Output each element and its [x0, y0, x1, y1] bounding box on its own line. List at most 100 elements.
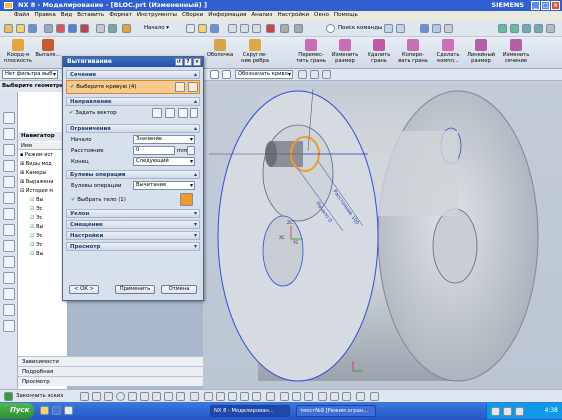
repeat-icon[interactable]: [294, 24, 303, 33]
curve-icon[interactable]: [188, 82, 198, 92]
open-icon[interactable]: [198, 24, 207, 33]
reuse-library-icon[interactable]: [3, 160, 15, 172]
copy-face-button[interactable]: Копиро-вать грань: [398, 39, 428, 64]
tree-item[interactable]: ☑ Вы: [30, 224, 43, 230]
finish-sketch-button[interactable]: Закончить эскиз: [16, 393, 63, 399]
taskbar-item-text[interactable]: текст№9 [Режим огран...: [296, 405, 376, 417]
point-icon[interactable]: [190, 392, 199, 401]
hd3d-tools-icon[interactable]: [3, 176, 15, 188]
inferred-vector-icon[interactable]: [178, 108, 188, 118]
boolean-header[interactable]: Булевы операции ▴: [66, 170, 200, 179]
tree-item[interactable]: ⊞ Выражени: [20, 179, 54, 185]
stop-at-intersection-icon[interactable]: [310, 70, 319, 79]
extrude-button[interactable]: Выталк...: [34, 39, 62, 58]
dimension-icon[interactable]: [280, 392, 289, 401]
ok-button[interactable]: < ОК >: [69, 285, 99, 294]
more-tools-icon[interactable]: [546, 24, 555, 33]
inferred-constraints-icon[interactable]: [356, 392, 365, 401]
start-select[interactable]: Значение: [133, 135, 195, 144]
menu-tools[interactable]: Инструменты: [137, 12, 177, 18]
tray-network-icon[interactable]: [491, 407, 500, 416]
tree-item[interactable]: ☑ Эс: [30, 233, 42, 239]
tray-antivirus-icon[interactable]: [515, 407, 524, 416]
offset-curve-icon[interactable]: [204, 392, 213, 401]
distance-input[interactable]: 0: [133, 146, 175, 155]
details-panel[interactable]: Подробная: [18, 366, 203, 376]
menu-preferences[interactable]: Настройки: [277, 12, 309, 18]
sketch-options-icon[interactable]: [370, 392, 379, 401]
show-constraints-icon[interactable]: [318, 392, 327, 401]
quicklaunch-folder-icon[interactable]: [40, 406, 49, 415]
menu-analysis[interactable]: Анализ: [251, 12, 272, 18]
tree-item[interactable]: ☑ Эс: [30, 242, 42, 248]
save-file-icon[interactable]: [210, 24, 219, 33]
tree-item[interactable]: ☑ Эс: [30, 206, 42, 212]
linear-dimension-button[interactable]: Линейный размер: [466, 39, 496, 64]
extend-icon[interactable]: [252, 392, 261, 401]
datum-plane-button[interactable]: Коорд-я плоскость: [3, 39, 33, 64]
column-header-name[interactable]: Имя: [18, 142, 68, 150]
menu-format[interactable]: Формат: [109, 12, 132, 18]
assembly-navigator-icon[interactable]: [3, 112, 15, 124]
system-materials-icon[interactable]: [3, 224, 15, 236]
dialog-close-icon[interactable]: ×: [193, 58, 201, 66]
history-icon[interactable]: [3, 208, 15, 220]
process-studio-icon[interactable]: [3, 240, 15, 252]
graphics-window[interactable]: Начало 0 Расстояние 100 ZC YC XC: [203, 81, 562, 389]
open-folder-icon[interactable]: [16, 24, 25, 33]
menu-window[interactable]: Окно: [314, 12, 329, 18]
section-header[interactable]: Сечение ▴: [66, 70, 200, 79]
vector-dropdown-icon[interactable]: [190, 108, 198, 118]
help-icon[interactable]: ?: [184, 58, 192, 66]
reverse-direction-icon[interactable]: [152, 108, 162, 118]
close-icon[interactable]: ×: [551, 1, 560, 10]
convert-reference-icon[interactable]: [330, 392, 339, 401]
delete-face-button[interactable]: Удалить грань: [364, 39, 394, 64]
make-coplanar-button[interactable]: Сделать компл...: [432, 39, 464, 64]
reset-icon[interactable]: ↺: [175, 58, 183, 66]
fillet-icon[interactable]: [128, 392, 137, 401]
preview-panel[interactable]: Просмотр: [18, 376, 203, 386]
fit-view-icon[interactable]: [108, 24, 117, 33]
paste-icon[interactable]: [252, 24, 261, 33]
delete-icon[interactable]: [266, 24, 275, 33]
manufacturing-wizards-icon[interactable]: [3, 256, 15, 268]
orient-icon[interactable]: [122, 24, 131, 33]
edit-section-button[interactable]: Изменить сечение: [500, 39, 532, 64]
tray-volume-icon[interactable]: [503, 407, 512, 416]
finish-sketch-icon[interactable]: [4, 392, 13, 401]
follow-fillet-icon[interactable]: [322, 70, 331, 79]
snap-icon[interactable]: [498, 24, 507, 33]
circle-icon[interactable]: [116, 392, 125, 401]
snap-point-icon[interactable]: [298, 70, 307, 79]
wireframe-icon[interactable]: [68, 24, 77, 33]
menu-file[interactable]: Файл: [14, 12, 29, 18]
rectangle-icon[interactable]: [152, 392, 161, 401]
menu-assemblies[interactable]: Сборки: [182, 12, 203, 18]
body-select-icon[interactable]: [180, 193, 193, 206]
maximize-icon[interactable]: □: [541, 1, 550, 10]
vector-dialog-icon[interactable]: [165, 108, 175, 118]
direction-header[interactable]: Направление ▴: [66, 97, 200, 106]
menu-edit[interactable]: Правка: [34, 12, 55, 18]
quicklaunch-desktop-icon[interactable]: [64, 406, 73, 415]
menu-insert[interactable]: Вставить: [77, 12, 104, 18]
render-icon[interactable]: [80, 24, 89, 33]
curve-rule-select[interactable]: Обозначать криво: [235, 70, 293, 79]
select-mode-icon[interactable]: [210, 70, 219, 79]
resize-button[interactable]: Изменить размер: [330, 39, 360, 64]
roles-palette-icon[interactable]: [3, 272, 15, 284]
redo-icon[interactable]: [280, 24, 289, 33]
draft-header[interactable]: Уклон ▾: [66, 209, 200, 218]
grid-icon[interactable]: [510, 24, 519, 33]
model-view[interactable]: Начало 0 Расстояние 100 ZC YC XC: [203, 81, 562, 389]
menu-help[interactable]: Помощь: [334, 12, 358, 18]
start-button[interactable]: Пуск: [0, 403, 34, 419]
apply-button[interactable]: Применить: [115, 285, 155, 294]
layer-icon[interactable]: [96, 24, 105, 33]
preview-header[interactable]: Просмотр ▾: [66, 242, 200, 251]
system-scenes-icon[interactable]: [3, 288, 15, 300]
line-icon[interactable]: [92, 392, 101, 401]
customize-icon[interactable]: [432, 24, 441, 33]
select-curve-row[interactable]: ✔ Выберите кривую (4): [66, 80, 200, 94]
